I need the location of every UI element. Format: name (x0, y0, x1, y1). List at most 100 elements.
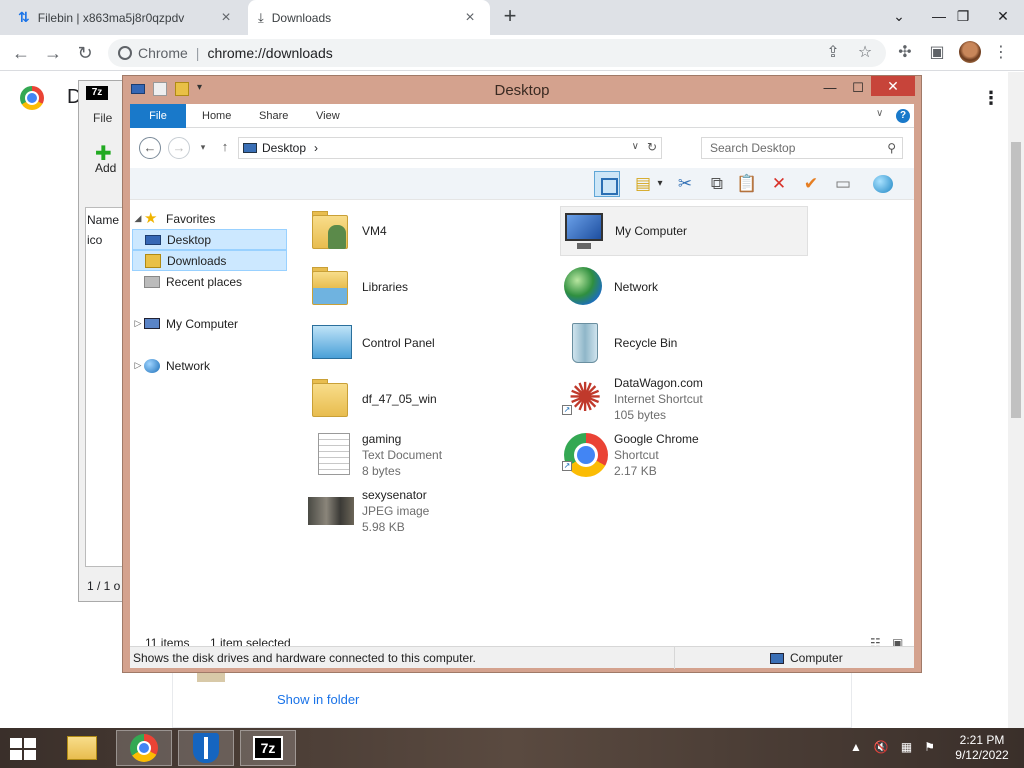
back-button[interactable]: ← (139, 137, 161, 159)
copy-icon[interactable]: ⧉ (704, 171, 730, 197)
list-item-df-47-05-win[interactable]: df_47_05_win (308, 374, 556, 424)
collapse-arrow-icon[interactable]: ◢ (132, 213, 144, 224)
nav-network[interactable]: ▷ Network (132, 355, 287, 376)
list-item-libraries[interactable]: Libraries (308, 262, 556, 312)
downloads-menu-button[interactable]: ⋮ (982, 88, 1000, 109)
web-globe-icon[interactable] (870, 171, 896, 197)
libraries-icon (308, 263, 356, 311)
sevenzip-add-label[interactable]: Add (95, 161, 116, 175)
explorer-titlebar[interactable]: ▾ Desktop — ☐ ✕ (123, 76, 921, 104)
location-field[interactable]: Desktop › ∨ ↻ (238, 137, 662, 159)
url-text: chrome://downloads (207, 45, 333, 61)
explorer-close-button[interactable]: ✕ (871, 76, 915, 96)
ribbon-tab-view[interactable]: View (302, 104, 354, 128)
reload-icon[interactable]: ↻ (72, 40, 98, 66)
network-globe-icon (560, 263, 608, 311)
show-hidden-icons-icon[interactable]: ▲ (850, 740, 862, 754)
breadcrumb-desktop[interactable]: Desktop (262, 141, 306, 155)
expand-arrow-icon[interactable]: ▷ (132, 360, 144, 371)
kebab-menu-icon[interactable]: ⋮ (990, 42, 1012, 64)
explorer-body: File Home Share View ∨ ? ← → ▾ ↑ Desktop… (130, 104, 914, 669)
back-arrow-icon[interactable]: ← (8, 40, 34, 66)
share-icon[interactable]: ⇪ (822, 42, 844, 64)
action-center-icon[interactable]: ⚑ (924, 740, 935, 754)
view-dropdown-icon[interactable]: ▾ (652, 171, 668, 197)
nav-favorites[interactable]: ◢ ★ Favorites (132, 208, 287, 229)
list-item-my-computer[interactable]: My Computer (560, 206, 808, 256)
nav-desktop[interactable]: Desktop (132, 229, 287, 250)
cut-icon[interactable]: ✂ (672, 171, 698, 197)
explorer-minimize-button[interactable]: — (817, 78, 843, 98)
nav-label: Favorites (166, 211, 216, 226)
list-item-recycle-bin[interactable]: Recycle Bin (560, 318, 808, 368)
tab-downloads[interactable]: ⤓ Downloads × (248, 0, 490, 35)
address-bar[interactable]: Chrome | chrome://downloads (108, 39, 886, 67)
breadcrumb-chevron-icon[interactable]: › (314, 141, 318, 155)
list-item-gaming[interactable]: gaming Text Document 8 bytes (308, 430, 556, 480)
nav-my-computer[interactable]: ▷ My Computer (132, 313, 287, 334)
start-windows-icon[interactable] (10, 738, 38, 760)
taskbar-chrome[interactable] (116, 730, 172, 766)
search-input[interactable]: Search Desktop ⚲ (701, 137, 903, 159)
download-item-card: Show in folder (172, 672, 852, 728)
list-item-control-panel[interactable]: Control Panel (308, 318, 556, 368)
delete-icon[interactable]: ✕ (766, 171, 792, 197)
nav-label: Recent places (166, 274, 243, 289)
list-item-datawagon[interactable]: ✺ ↗ DataWagon.com Internet Shortcut 105 b… (560, 374, 808, 424)
list-item-network[interactable]: Network (560, 262, 808, 312)
list-item-vm4[interactable]: VM4 (308, 206, 556, 256)
new-tab-button[interactable]: + (498, 5, 522, 29)
ribbon-tab-share[interactable]: Share (245, 104, 302, 128)
restore-button[interactable]: ❐ (946, 2, 980, 30)
sevenzip-window: 7z File ✚ Add Name ico 1 / 1 o (78, 80, 129, 602)
sevenzip-file-row[interactable]: ico (87, 233, 102, 247)
folder-user-icon (308, 207, 356, 255)
tab-close-icon[interactable]: × (460, 9, 480, 27)
help-icon[interactable]: ? (896, 109, 910, 123)
computer-icon (770, 652, 784, 664)
profile-avatar[interactable] (959, 41, 981, 63)
up-arrow-icon[interactable]: ↑ (214, 137, 236, 159)
network-status-icon[interactable]: ▦ (901, 740, 912, 754)
taskbar-clock[interactable]: 2:21 PM 9/12/2022 (952, 733, 1012, 763)
tab-close-icon[interactable]: × (216, 9, 236, 27)
forward-button[interactable]: → (168, 137, 190, 159)
ribbon-tab-file[interactable]: File (130, 104, 186, 128)
expand-arrow-icon[interactable]: ▷ (132, 318, 144, 329)
sevenzip-name-column[interactable]: Name (87, 213, 119, 227)
preview-pane-icon[interactable] (594, 171, 620, 197)
forward-arrow-icon[interactable]: → (40, 40, 66, 66)
sevenzip-file-menu[interactable]: File (93, 111, 112, 125)
taskbar-7zip[interactable]: 7z (240, 730, 296, 766)
navigation-pane: ◢ ★ Favorites Desktop Downloads Recent p… (130, 200, 295, 634)
nav-downloads[interactable]: Downloads (132, 250, 287, 271)
close-button[interactable]: ✕ (986, 2, 1020, 30)
address-dropdown-icon[interactable]: ∨ (632, 141, 639, 152)
address-bar-row: ← → ▾ ↑ Desktop › ∨ ↻ Search Desktop ⚲ (130, 128, 914, 168)
volume-muted-icon[interactable]: 🔇 (874, 740, 889, 754)
expand-ribbon-icon[interactable]: ∨ (876, 108, 883, 119)
list-item-sexysenator[interactable]: sexysenator JPEG image 5.98 KB (308, 486, 556, 536)
list-item-google-chrome[interactable]: ↗ Google Chrome Shortcut 2.17 KB (560, 430, 808, 480)
file-explorer-icon (67, 736, 97, 760)
tab-filebin[interactable]: ⇅ Filebin | x863ma5j8r0qzpdv × (8, 0, 246, 35)
taskbar-file-explorer[interactable] (54, 730, 110, 766)
taskbar-defender[interactable] (178, 730, 234, 766)
explorer-maximize-button[interactable]: ☐ (845, 78, 871, 98)
ribbon-tab-home[interactable]: Home (188, 104, 245, 128)
scrollbar-thumb[interactable] (1011, 142, 1021, 418)
side-panel-icon[interactable]: ▣ (926, 42, 948, 64)
nav-label: Downloads (167, 253, 227, 268)
page-scrollbar[interactable] (1008, 72, 1024, 728)
star-icon[interactable]: ☆ (854, 42, 876, 64)
filebin-favicon-icon: ⇅ (18, 9, 30, 25)
puzzle-icon[interactable]: ✣ (894, 42, 916, 64)
nav-recent-places[interactable]: Recent places (132, 271, 287, 292)
properties-icon[interactable]: ▭ (830, 171, 856, 197)
tab-search-button[interactable]: ⌄ (882, 2, 916, 30)
show-in-folder-link[interactable]: Show in folder (277, 692, 359, 707)
paste-icon[interactable]: 📋 (734, 171, 760, 197)
rename-check-icon[interactable]: ✔ (798, 171, 824, 197)
recent-locations-icon[interactable]: ▾ (192, 137, 214, 159)
refresh-icon[interactable]: ↻ (647, 140, 657, 154)
